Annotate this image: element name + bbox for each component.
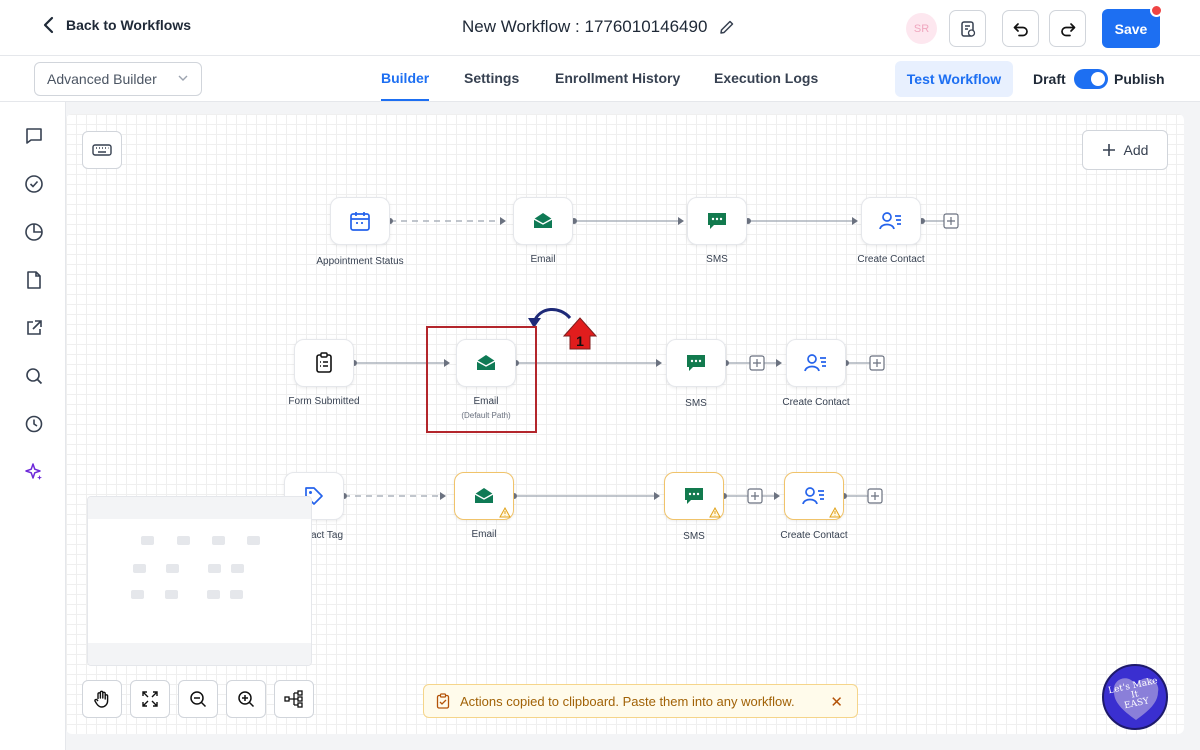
node-sms-warning[interactable] (664, 472, 724, 520)
zoom-in-button[interactable] (226, 680, 266, 718)
node-sms[interactable] (666, 339, 726, 387)
warning-icon (499, 507, 511, 518)
fit-view-button[interactable] (130, 680, 170, 718)
toast-message: Actions copied to clipboard. Paste them … (460, 693, 795, 709)
node-label: SMS (706, 254, 728, 265)
node-label: Form Submitted (288, 396, 360, 407)
minimap-node (165, 590, 178, 599)
node-create-contact[interactable] (861, 197, 921, 245)
minimap-node (133, 564, 146, 573)
create-contact-icon (804, 354, 826, 372)
email-icon (474, 488, 494, 503)
node-email-warning[interactable] (454, 472, 514, 520)
sms-icon (687, 355, 705, 371)
minimap-node (207, 590, 220, 599)
warning-icon (829, 507, 841, 518)
create-contact-icon (879, 212, 901, 230)
node-label: Appointment Status (316, 256, 404, 267)
warning-icon (709, 507, 721, 518)
form-icon (316, 352, 332, 373)
node-create-contact-warning[interactable] (784, 472, 844, 520)
zoom-in-icon (238, 691, 255, 708)
pan-tool-button[interactable] (82, 680, 122, 718)
annotation-highlight-box (426, 326, 537, 433)
minimap-node (230, 590, 243, 599)
node-form-submitted[interactable] (294, 339, 354, 387)
add-step-plus-boxes (747, 213, 959, 504)
auto-layout-button[interactable] (274, 680, 314, 718)
node-label: Create Contact (780, 530, 848, 541)
node-label: SMS (685, 398, 707, 409)
minimap[interactable] (87, 496, 312, 666)
node-label: Create Contact (857, 254, 925, 265)
zoom-out-button[interactable] (178, 680, 218, 718)
node-appointment-status[interactable] (330, 197, 390, 245)
clipboard-toast: Actions copied to clipboard. Paste them … (423, 684, 858, 718)
minimap-node (247, 536, 260, 545)
node-label: act Tag (310, 530, 344, 541)
sms-icon (685, 488, 703, 504)
lets-make-it-easy-logo: Let's Make It EASY (1102, 664, 1168, 730)
minimap-node (141, 536, 154, 545)
create-contact-icon (802, 487, 824, 505)
minimap-header (88, 497, 311, 519)
calendar-icon (350, 212, 370, 231)
node-email[interactable] (513, 197, 573, 245)
fit-view-icon (142, 691, 158, 707)
toast-close-button[interactable]: ✕ (830, 693, 843, 711)
minimap-node (208, 564, 221, 573)
sms-icon (708, 213, 726, 229)
layout-icon (284, 690, 303, 708)
minimap-node (131, 590, 144, 599)
annotation-number: 1 (576, 333, 584, 349)
node-label: SMS (683, 531, 705, 542)
minimap-node (231, 564, 244, 573)
zoom-out-icon (190, 691, 207, 708)
clipboard-icon (436, 693, 450, 709)
email-icon (533, 213, 553, 228)
node-sms[interactable] (687, 197, 747, 245)
node-label: Create Contact (782, 397, 850, 408)
minimap-node (166, 564, 179, 573)
node-label: Email (471, 529, 497, 540)
node-create-contact[interactable] (786, 339, 846, 387)
node-label: Email (530, 254, 556, 265)
minimap-footer (88, 643, 311, 665)
minimap-node (177, 536, 190, 545)
minimap-node (212, 536, 225, 545)
hand-icon (94, 690, 109, 708)
